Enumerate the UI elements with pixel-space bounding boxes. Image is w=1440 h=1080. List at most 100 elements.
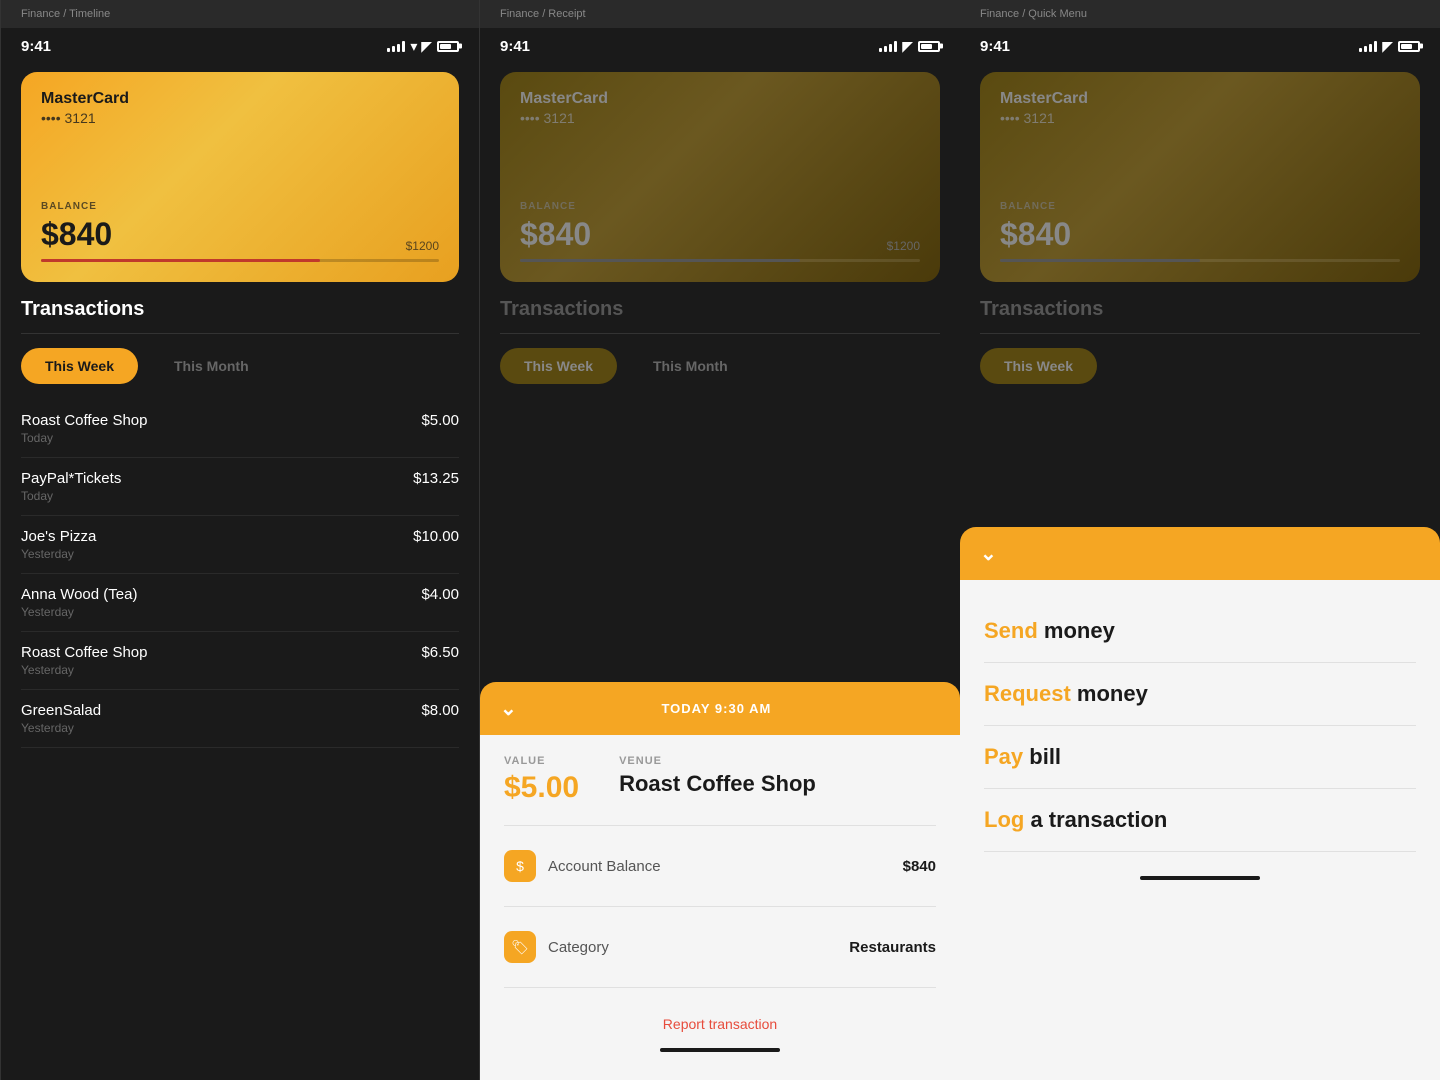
status-time-2: 9:41 [500,38,530,55]
receipt-screen: Finance / Receipt 9:41 ◤ MasterCard ••••… [480,0,960,1080]
send-rest: money [1038,618,1115,643]
transactions-section-1: Transactions This Week This Month Roast … [1,282,479,748]
tab-row-1: This Week This Month [21,348,459,384]
transaction-name: Roast Coffee Shop [21,644,147,661]
receipt-category-label: Category [548,939,609,956]
transaction-name: Roast Coffee Shop [21,412,147,429]
receipt-value-amount: $5.00 [504,771,579,805]
battery-icon-1 [437,41,459,52]
home-indicator-3 [1140,876,1260,880]
transaction-list-1: Roast Coffee Shop Today $5.00 PayPal*Tic… [21,400,459,748]
quick-menu-pay[interactable]: Pay bill [984,726,1416,789]
battery-icon-2 [918,41,940,52]
card-limit-1: $1200 [406,239,439,253]
receipt-detail-category: 🏷 Category Restaurants [504,919,936,975]
transactions-divider-1 [21,333,459,334]
transactions-title-1: Transactions [21,298,459,321]
signal-icon-2 [879,40,897,52]
request-accent: Request [984,681,1071,706]
category-icon: 🏷 [504,931,536,963]
transaction-item[interactable]: Joe's Pizza Yesterday $10.00 [21,516,459,574]
receipt-overlay: ⌄ TODAY 9:30 AM VALUE $5.00 VENUE Roast … [480,682,960,1080]
transaction-amount: $5.00 [421,412,459,429]
status-icons-3: ◤ [1359,38,1420,55]
receipt-divider-bottom [504,987,936,988]
status-icons-1: ▾ ◤ [387,38,459,55]
balance-icon: $ [504,850,536,882]
screen-label-2: Finance / Receipt [480,0,960,28]
screen-label-1: Finance / Timeline [1,0,479,28]
quick-menu-request[interactable]: Request money [984,663,1416,726]
transactions-divider-2 [500,333,940,334]
transaction-item[interactable]: PayPal*Tickets Today $13.25 [21,458,459,516]
transaction-amount: $6.50 [421,644,459,661]
quick-menu-body: Send money Request money Pay bill Log a … [960,580,1440,1080]
transaction-item[interactable]: Anna Wood (Tea) Yesterday $4.00 [21,574,459,632]
transactions-section-2: Transactions This Week This Month [480,282,960,384]
transactions-title-2: Transactions [500,298,940,321]
transactions-section-3: Transactions This Week [960,282,1440,384]
wifi-icon-2: ◤ [902,38,913,55]
log-accent: Log [984,807,1024,832]
tab-row-3: This Week [980,348,1420,384]
card-balance-label-2: BALANCE [520,201,920,212]
tab-this-month-1[interactable]: This Month [150,348,273,384]
receipt-category-value: Restaurants [849,939,936,956]
receipt-value-label: VALUE [504,755,579,767]
receipt-header: ⌄ TODAY 9:30 AM [480,682,960,735]
card-limit-2: $1200 [887,239,920,253]
transaction-date: Yesterday [21,721,101,735]
card-balance-value-3: $840 [1000,216,1071,253]
card-balance-label-3: BALANCE [1000,201,1400,212]
battery-icon-3 [1398,41,1420,52]
transaction-item[interactable]: GreenSalad Yesterday $8.00 [21,690,459,748]
transaction-amount: $10.00 [413,528,459,545]
report-transaction-button[interactable]: Report transaction [504,1000,936,1040]
card-3: MasterCard •••• 3121 BALANCE $840 [980,72,1420,282]
card-balance-value-1: $840 [41,216,112,253]
send-accent: Send [984,618,1038,643]
tab-row-2: This Week This Month [500,348,940,384]
quick-menu-send[interactable]: Send money [984,600,1416,663]
status-time-1: 9:41 [21,38,51,55]
transaction-item[interactable]: Roast Coffee Shop Yesterday $6.50 [21,632,459,690]
receipt-balance-value: $840 [903,858,936,875]
home-indicator-2 [660,1048,780,1052]
tab-this-month-2[interactable]: This Month [629,348,752,384]
tab-this-week-1[interactable]: This Week [21,348,138,384]
wifi-icon-3: ◤ [1382,38,1393,55]
screen-label-3: Finance / Quick Menu [960,0,1440,28]
status-icons-2: ◤ [879,38,940,55]
status-bar-3: 9:41 ◤ [960,28,1440,64]
pay-accent: Pay [984,744,1023,769]
card-name-2: MasterCard [520,90,920,108]
chevron-down-icon[interactable]: ⌄ [500,696,517,721]
signal-icon-1 [387,40,405,52]
status-bar-1: 9:41 ▾ ◤ [1,28,479,64]
transaction-amount: $13.25 [413,470,459,487]
tab-this-week-2[interactable]: This Week [500,348,617,384]
pay-rest: bill [1023,744,1061,769]
transaction-name: PayPal*Tickets [21,470,121,487]
chevron-down-icon-3[interactable]: ⌄ [980,541,997,566]
transaction-name: GreenSalad [21,702,101,719]
transaction-item[interactable]: Roast Coffee Shop Today $5.00 [21,400,459,458]
status-bar-2: 9:41 ◤ [480,28,960,64]
receipt-balance-label: Account Balance [548,858,661,875]
card-number-2: •••• 3121 [520,110,920,126]
card-1: MasterCard •••• 3121 BALANCE $840 $1200 [21,72,459,282]
card-name-3: MasterCard [1000,90,1400,108]
log-rest: a transaction [1024,807,1167,832]
transaction-amount: $4.00 [421,586,459,603]
signal-icon-3 [1359,40,1377,52]
transaction-name: Anna Wood (Tea) [21,586,137,603]
quick-menu-overlay: ⌄ Send money Request money Pay bill Log … [960,527,1440,1080]
tab-this-week-3[interactable]: This Week [980,348,1097,384]
receipt-body: VALUE $5.00 VENUE Roast Coffee Shop $ Ac… [480,735,960,1080]
receipt-venue-label: VENUE [619,755,816,767]
receipt-venue-name: Roast Coffee Shop [619,771,816,797]
transactions-title-3: Transactions [980,298,1420,321]
quick-menu-log[interactable]: Log a transaction [984,789,1416,852]
card-balance-label-1: BALANCE [41,201,439,212]
transaction-name: Joe's Pizza [21,528,96,545]
